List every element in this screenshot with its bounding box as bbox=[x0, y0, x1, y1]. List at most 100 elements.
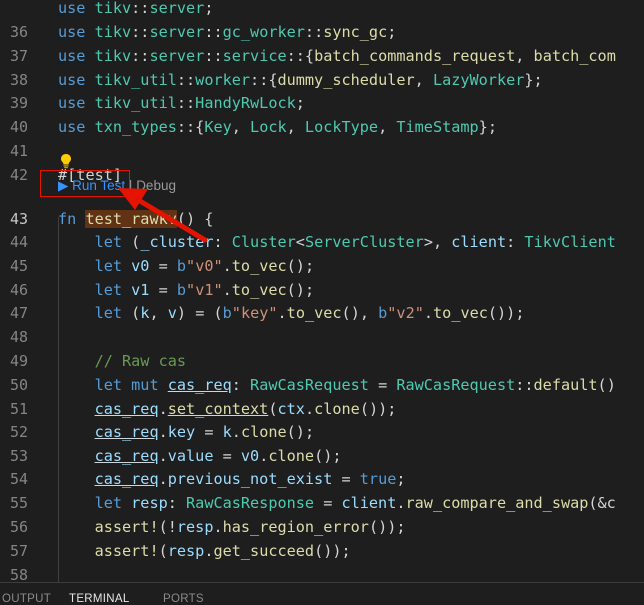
code-token: (), bbox=[341, 304, 379, 322]
debug-link[interactable]: Debug bbox=[136, 178, 176, 193]
tab-terminal[interactable]: TERMINAL bbox=[69, 593, 130, 605]
code-line[interactable]: 37 use tikv::server::service::{batch_comm… bbox=[0, 44, 644, 68]
code-token: fn bbox=[58, 210, 86, 228]
code-line[interactable]: 55 let resp: RawCasResponse = client.raw… bbox=[0, 491, 644, 515]
code-token: v1 bbox=[131, 281, 150, 299]
code-token: :: bbox=[131, 0, 150, 17]
code-token: . bbox=[222, 281, 232, 299]
code-editor[interactable]: use tikv::server; 36 use tikv::server::gc_… bbox=[0, 0, 644, 582]
code-token: . bbox=[158, 470, 168, 488]
line-number: 50 bbox=[9, 376, 28, 394]
code-token: ()); bbox=[368, 518, 406, 536]
code-token: use bbox=[58, 71, 95, 89]
code-line[interactable]: 39 use tikv_util::HandyRwLock; bbox=[0, 91, 644, 115]
code-token: () { bbox=[176, 210, 214, 228]
code-token: ( bbox=[131, 304, 141, 322]
code-line[interactable]: 54 cas_req.previous_not_exist = true; bbox=[0, 467, 644, 491]
code-token: worker bbox=[195, 71, 251, 89]
code-line[interactable]: 50 let mut cas_req: RawCasRequest = RawC… bbox=[0, 373, 644, 397]
tab-output[interactable]: OUTPUT bbox=[2, 593, 51, 605]
code-token: let bbox=[94, 494, 132, 512]
code-token: cas_req bbox=[94, 423, 159, 441]
code-token: sync_gc bbox=[323, 23, 388, 41]
code-token: has_region_error bbox=[222, 518, 369, 536]
code-line[interactable]: 56 assert!(!resp.has_region_error()); bbox=[0, 515, 644, 539]
code-token: , bbox=[414, 71, 433, 89]
code-token: ( bbox=[268, 400, 278, 418]
code-line[interactable]: 44 let (_cluster: Cluster<ServerCluster>… bbox=[0, 230, 644, 254]
code-token: to_vec bbox=[286, 304, 342, 322]
code-token: }; bbox=[524, 71, 543, 89]
line-number: 49 bbox=[9, 352, 28, 370]
code-token: = bbox=[314, 494, 342, 512]
code-token: ; bbox=[295, 94, 305, 112]
code-line[interactable]: 46 let v1 = b"v1".to_vec(); bbox=[0, 278, 644, 302]
code-token: . bbox=[222, 257, 232, 275]
code-text: fn test_rawkv() { bbox=[58, 207, 213, 231]
code-token: to_vec bbox=[231, 281, 287, 299]
code-token: . bbox=[231, 423, 241, 441]
code-line[interactable]: 52 cas_req.key = k.clone(); bbox=[0, 420, 644, 444]
code-line[interactable]: 57 assert!(resp.get_succeed()); bbox=[0, 539, 644, 563]
code-line[interactable]: 48 bbox=[0, 325, 644, 349]
code-line[interactable]: 53 cas_req.value = v0.clone(); bbox=[0, 444, 644, 468]
code-token: . bbox=[158, 423, 168, 441]
code-text: cas_req.value = v0.clone(); bbox=[58, 444, 342, 468]
code-text: assert!(!resp.has_region_error()); bbox=[58, 515, 406, 539]
line-number: 51 bbox=[9, 400, 28, 418]
code-token: ; bbox=[396, 470, 406, 488]
code-token: key bbox=[167, 423, 196, 441]
code-token: use bbox=[58, 94, 95, 112]
code-line[interactable]: 38 use tikv_util::worker::{dummy_schedule… bbox=[0, 68, 644, 92]
line-number: 57 bbox=[9, 542, 28, 560]
code-line[interactable]: 51 cas_req.set_context(ctx.clone()); bbox=[0, 397, 644, 421]
line-number: 36 bbox=[9, 23, 28, 41]
code-token: v0 bbox=[131, 257, 150, 275]
tab-ports[interactable]: PORTS bbox=[163, 593, 204, 605]
code-token: tikv bbox=[94, 0, 132, 17]
line-number: 44 bbox=[9, 233, 28, 251]
code-text: use tikv_util::worker::{dummy_scheduler,… bbox=[58, 68, 543, 92]
code-token: let mut bbox=[94, 376, 168, 394]
code-line[interactable]: use tikv::server; bbox=[0, 0, 644, 20]
code-line[interactable]: 47 let (k, v) = (b"key".to_vec(), b"v2".… bbox=[0, 301, 644, 325]
code-token: "key" bbox=[231, 304, 278, 322]
line-number: 56 bbox=[9, 518, 28, 536]
code-token: gc_worker bbox=[222, 23, 305, 41]
code-token: : bbox=[506, 233, 525, 251]
code-token: ::{ bbox=[250, 71, 278, 89]
code-token: let bbox=[94, 233, 132, 251]
code-token: :: bbox=[131, 47, 150, 65]
code-token: // Raw cas bbox=[94, 352, 187, 370]
code-token: use bbox=[58, 47, 95, 65]
line-number: 52 bbox=[9, 423, 28, 441]
code-line[interactable]: 58 bbox=[0, 563, 644, 582]
code-token: ) = ( bbox=[176, 304, 223, 322]
code-text: let v0 = b"v0".to_vec(); bbox=[58, 254, 315, 278]
code-token: HandyRwLock bbox=[195, 94, 296, 112]
code-token: ServerCluster bbox=[304, 233, 424, 251]
code-line[interactable]: 40 use txn_types::{Key, Lock, LockType, T… bbox=[0, 115, 644, 139]
line-number: 58 bbox=[9, 566, 28, 582]
code-line[interactable]: 41 bbox=[0, 139, 644, 163]
code-token: (); bbox=[286, 423, 315, 441]
code-token: resp bbox=[131, 494, 168, 512]
code-line[interactable]: 43 fn test_rawkv() { bbox=[0, 207, 644, 231]
line-number: 38 bbox=[9, 71, 28, 89]
code-line[interactable]: 45 let v0 = b"v0".to_vec(); bbox=[0, 254, 644, 278]
line-number: 37 bbox=[9, 47, 28, 65]
code-token: tikv bbox=[94, 47, 132, 65]
code-line[interactable]: 36 use tikv::server::gc_worker::sync_gc; bbox=[0, 20, 644, 44]
lightbulb-icon[interactable] bbox=[59, 153, 73, 169]
code-text: // Raw cas bbox=[58, 349, 186, 373]
code-token: :: bbox=[176, 94, 196, 112]
code-token: = bbox=[149, 257, 177, 275]
code-line[interactable]: 49 // Raw cas bbox=[0, 349, 644, 373]
code-token: to_vec bbox=[231, 257, 287, 275]
